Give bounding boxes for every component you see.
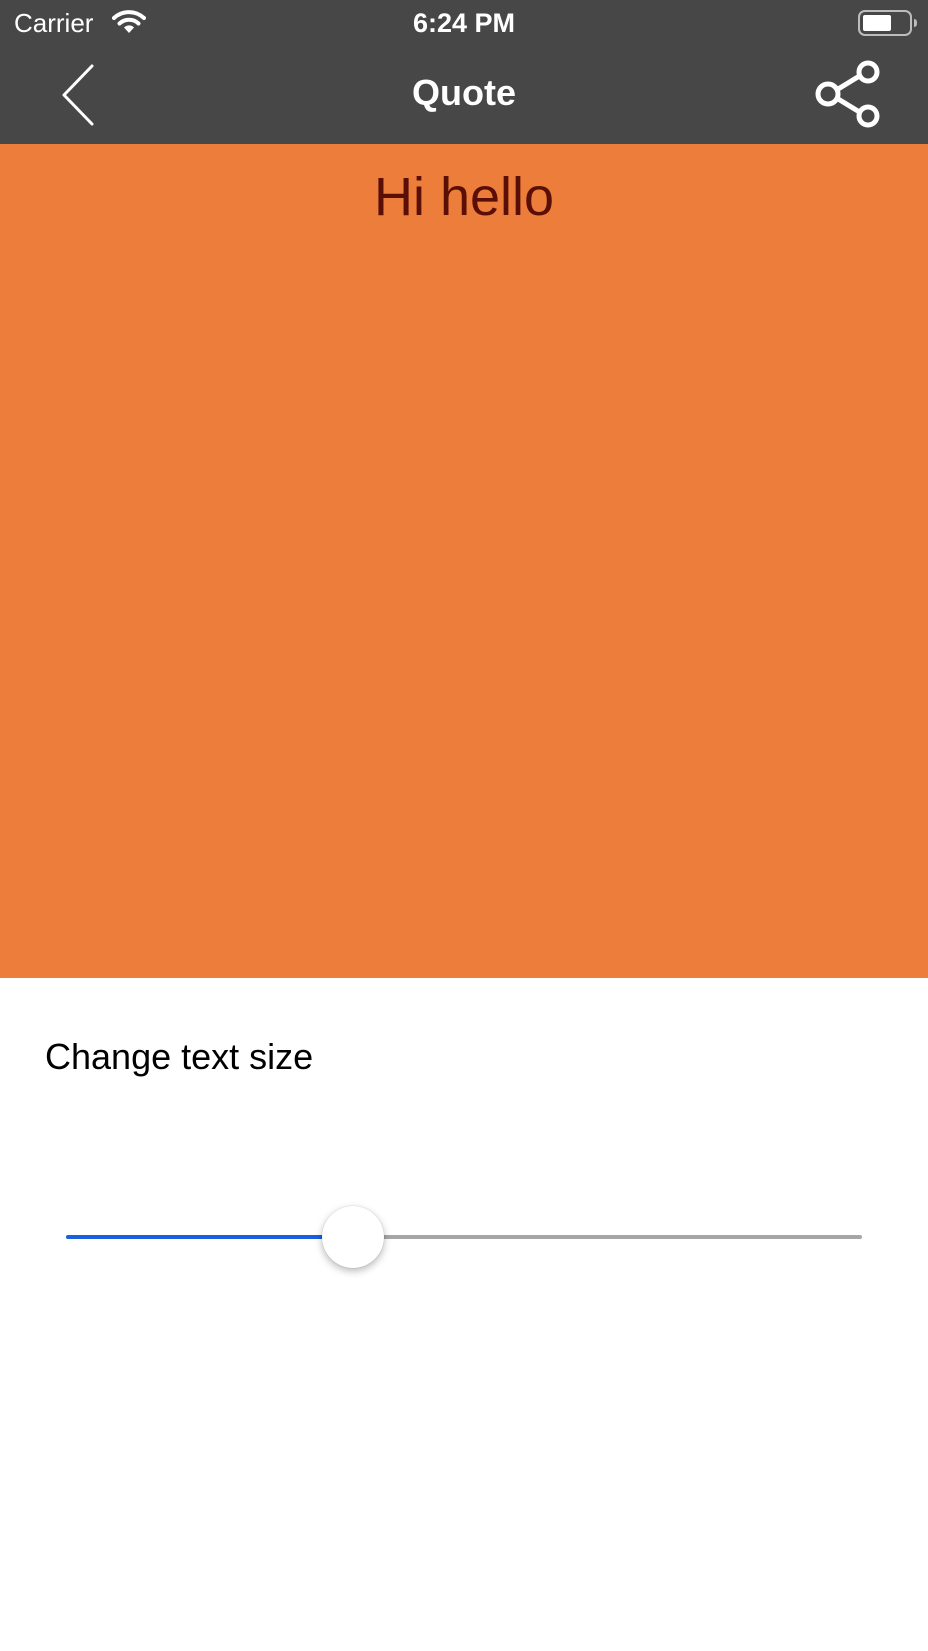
- status-bar: Carrier 6:24 PM: [0, 0, 928, 46]
- text-size-slider[interactable]: [66, 1200, 862, 1270]
- slider-max-track: [353, 1235, 862, 1239]
- status-time: 6:24 PM: [412, 8, 516, 38]
- text-size-label: Change text size: [45, 1036, 314, 1077]
- quote-card: Hi hello: [0, 144, 928, 978]
- slider-thumb[interactable]: [322, 1206, 384, 1268]
- page-title: Quote: [412, 72, 516, 113]
- share-button[interactable]: [814, 60, 884, 128]
- battery-icon: [858, 10, 918, 36]
- share-icon: [815, 60, 880, 128]
- navigation-bar: Quote: [0, 46, 928, 144]
- slider-min-track: [66, 1235, 353, 1239]
- quote-text: Hi hello: [373, 167, 555, 227]
